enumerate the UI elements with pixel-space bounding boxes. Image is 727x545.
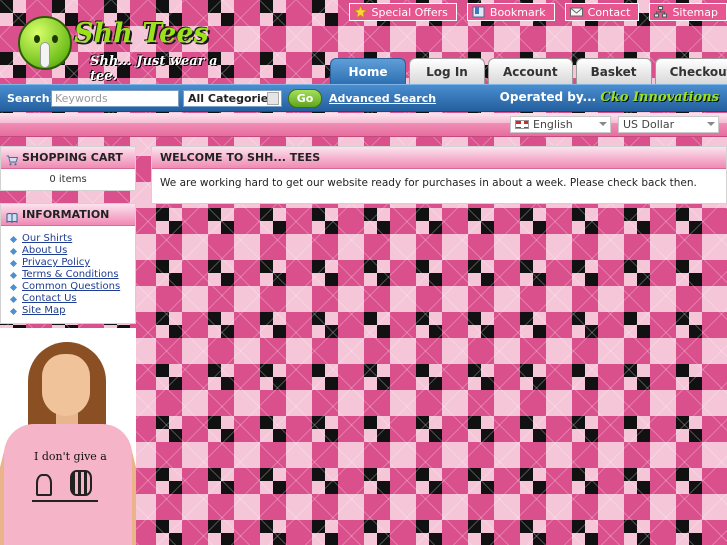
contact-us-link[interactable]: Contact Us	[22, 293, 77, 305]
information-title: INFORMATION	[22, 207, 110, 221]
bullet-icon	[9, 271, 18, 279]
cart-item-count[interactable]: 0 items	[1, 169, 135, 190]
list-item: Common Questions	[9, 281, 135, 293]
chevron-down-icon	[599, 122, 607, 126]
site-logo[interactable]: Shh Tees Shh... Just wear a tee.	[14, 14, 244, 84]
about-us-link[interactable]: About Us	[22, 245, 67, 257]
uk-flag-icon	[515, 120, 529, 129]
sitemap-link[interactable]: Sitemap	[649, 3, 727, 21]
envelope-icon	[569, 6, 583, 18]
shirt-print-zebra	[70, 470, 92, 496]
sitemap-icon	[654, 6, 668, 18]
shopping-cart-title: SHOPPING CART	[22, 150, 123, 164]
shirt-print-graphic	[32, 468, 98, 502]
our-shirts-link[interactable]: Our Shirts	[22, 233, 72, 245]
search-input[interactable]	[51, 90, 179, 107]
tab-checkout[interactable]: Checkout	[654, 58, 727, 84]
operated-by-prefix: Operated by...	[499, 90, 597, 104]
contact-label: Contact	[587, 5, 631, 19]
category-select-value: All Categories	[188, 92, 275, 105]
bookmark-label: Bookmark	[489, 5, 546, 19]
welcome-panel: WELCOME TO SHH... TEES We are working ha…	[151, 146, 727, 204]
shirt-print-text: I don't give a	[34, 450, 107, 463]
chevron-down-icon	[707, 122, 715, 126]
tab-log-in[interactable]: Log In	[409, 58, 485, 84]
list-item: Contact Us	[9, 293, 135, 305]
bullet-icon	[9, 247, 18, 255]
site-map-link[interactable]: Site Map	[22, 305, 65, 317]
search-label: Search:	[7, 92, 54, 105]
advanced-search-link[interactable]: Advanced Search	[329, 92, 436, 105]
search-bar: Search: All Categories Go Advanced Searc…	[0, 84, 727, 112]
star-icon	[353, 5, 367, 19]
logo-finger	[40, 42, 50, 68]
bookmark-icon	[472, 6, 485, 18]
cart-icon	[6, 152, 19, 166]
language-select[interactable]: English	[510, 116, 611, 133]
common-questions-link[interactable]: Common Questions	[22, 281, 120, 293]
promo-model-image[interactable]: I don't give a	[0, 328, 136, 545]
logo-eye-right	[52, 35, 58, 43]
chevron-down-icon	[267, 92, 279, 105]
privacy-policy-link[interactable]: Privacy Policy	[22, 257, 90, 269]
sitemap-label: Sitemap	[672, 5, 718, 19]
operated-by: Operated by... Cko Innovations	[500, 90, 719, 105]
contact-link[interactable]: Contact	[564, 3, 640, 21]
shush-face-icon	[18, 16, 72, 70]
bullet-icon	[9, 283, 18, 291]
tab-account[interactable]: Account	[488, 58, 573, 84]
logo-tagline: Shh... Just wear a tee.	[90, 54, 218, 84]
list-item: Terms & Conditions	[9, 269, 135, 281]
shopping-cart-box: SHOPPING CART 0 items	[0, 146, 136, 191]
selector-bar: English US Dollar	[0, 113, 727, 137]
operator-brand[interactable]: Cko Innovations	[600, 90, 719, 105]
shirt-print-figure	[36, 474, 52, 496]
language-select-value: English	[533, 118, 573, 131]
bullet-icon	[9, 307, 18, 315]
terms-conditions-link[interactable]: Terms & Conditions	[22, 269, 119, 281]
bullet-icon	[9, 295, 18, 303]
search-go-button[interactable]: Go	[288, 89, 322, 108]
information-header: INFORMATION	[1, 204, 135, 226]
special-offers-link[interactable]: Special Offers	[348, 3, 457, 21]
shopping-cart-header: SHOPPING CART	[1, 147, 135, 169]
special-offers-label: Special Offers	[371, 5, 448, 19]
logo-eye-left	[34, 35, 40, 43]
bullet-icon	[9, 235, 18, 243]
welcome-message: We are working hard to get our website r…	[160, 177, 697, 189]
top-links: Special Offers Bookmark Contact Sitemap	[348, 3, 727, 21]
list-item: About Us	[9, 245, 135, 257]
logo-title: Shh Tees	[74, 18, 209, 49]
currency-select[interactable]: US Dollar	[618, 116, 719, 133]
currency-select-value: US Dollar	[623, 118, 675, 131]
book-icon	[6, 209, 18, 223]
main-nav-tabs: Home Log In Account Basket Checkout	[330, 58, 727, 84]
tab-home[interactable]: Home	[330, 58, 406, 84]
information-links: Our Shirts About Us Privacy Policy Terms…	[1, 226, 135, 323]
list-item: Our Shirts	[9, 233, 135, 245]
information-box: INFORMATION Our Shirts About Us Privacy …	[0, 203, 136, 324]
bullet-icon	[9, 259, 18, 267]
page-title: WELCOME TO SHH... TEES	[152, 147, 726, 169]
category-select[interactable]: All Categories	[183, 90, 282, 107]
model-face	[42, 354, 90, 416]
bookmark-link[interactable]: Bookmark	[466, 3, 555, 21]
tab-basket[interactable]: Basket	[575, 58, 652, 84]
list-item: Site Map	[9, 305, 135, 317]
list-item: Privacy Policy	[9, 257, 135, 269]
